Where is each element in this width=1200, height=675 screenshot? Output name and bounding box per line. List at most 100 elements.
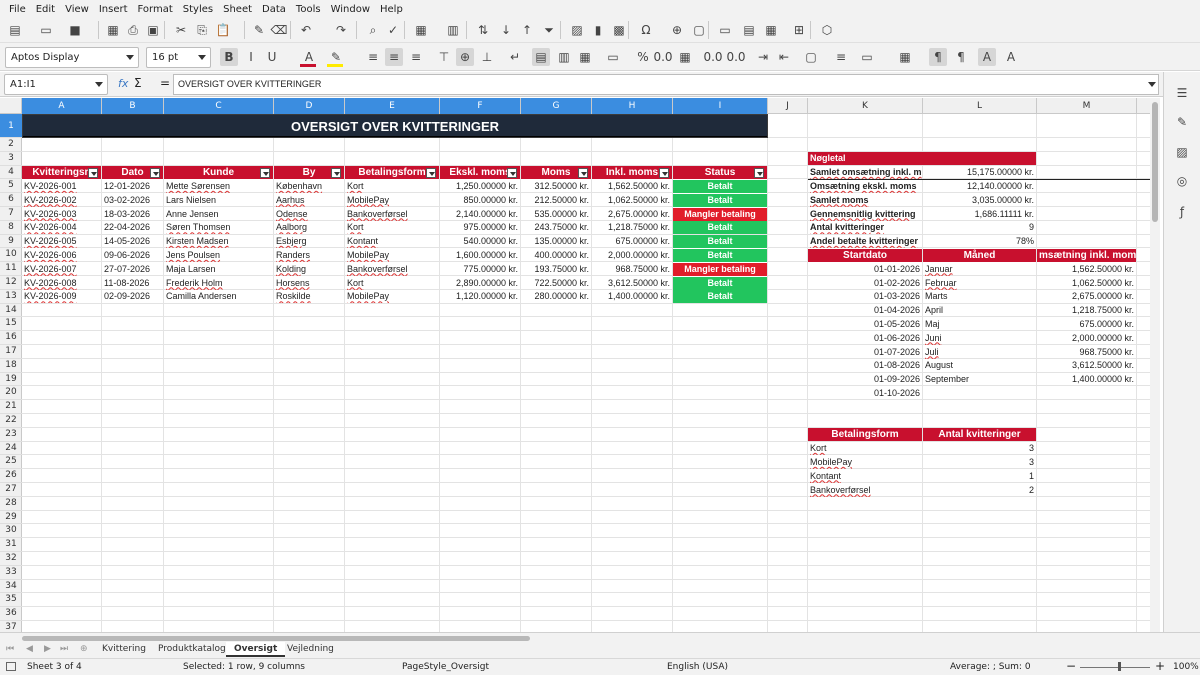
zoom-in-icon[interactable]: + [1155,659,1165,673]
menu-window[interactable]: Window [326,4,375,15]
row-header-36[interactable]: 36 [0,607,22,621]
row-header-10[interactable]: 10 [0,248,22,263]
tab-vejledning[interactable]: Vejledning [279,642,342,657]
redo-icon[interactable]: ↷ [332,21,350,39]
row-header-14[interactable]: 14 [0,304,22,318]
export-pdf-icon[interactable]: ▦ [104,21,122,39]
row-header-27[interactable]: 27 [0,483,22,497]
align-right-icon[interactable]: ≡ [407,48,425,66]
row-header-33[interactable]: 33 [0,566,22,580]
column-header-a[interactable]: A [22,98,102,114]
row-header-34[interactable]: 34 [0,580,22,594]
menu-tools[interactable]: Tools [291,4,326,15]
function-wizard-icon[interactable]: fx [118,77,128,90]
undo-icon[interactable]: ↶ [297,21,315,39]
find-icon[interactable]: ⌕ [364,21,382,39]
row-header-20[interactable]: 20 [0,386,22,401]
clear-icon[interactable]: ⌫ [270,21,288,39]
percent-icon[interactable]: % [634,48,652,66]
filter-dropdown-icon[interactable] [150,168,160,179]
column-header-d[interactable]: D [274,98,345,114]
delete-decimal-icon[interactable]: 0.0 [726,48,745,66]
navigator-icon[interactable]: ◎ [1173,172,1191,190]
row-header-3[interactable]: 3 [0,152,22,166]
text-orient-icon[interactable]: A [978,48,996,66]
sort-asc-icon[interactable]: ↓ [497,21,515,39]
column-header-g[interactable]: G [521,98,592,114]
currency-icon[interactable]: ▭ [604,48,622,66]
add-sheet-icon[interactable]: ⊕ [80,642,88,657]
expand-formula-icon[interactable] [1148,82,1156,87]
row-header-7[interactable]: 7 [0,207,22,221]
align-middle-icon[interactable]: ⊕ [456,48,474,66]
first-sheet-icon[interactable]: ⏮ [6,642,14,657]
cut-icon[interactable]: ✂ [172,21,190,39]
add-decimal-icon[interactable]: 0.0 [703,48,722,66]
row-header-11[interactable]: 11 [0,262,22,276]
sort-icon[interactable]: ⇅ [474,21,492,39]
styles-icon[interactable]: ✎ [1173,113,1191,131]
vertical-scrollbar[interactable] [1150,98,1160,632]
menu-insert[interactable]: Insert [94,4,133,15]
zoom-out-icon[interactable]: − [1066,659,1076,673]
row-header-1[interactable]: 1 [0,114,22,138]
menu-edit[interactable]: Edit [31,4,60,15]
row-header-16[interactable]: 16 [0,331,22,345]
filter-dropdown-icon[interactable] [578,168,588,179]
horizontal-scroll-thumb[interactable] [22,636,530,641]
prev-sheet-icon[interactable]: ◀ [26,642,33,657]
tab-kvittering[interactable]: Kvittering [94,642,154,657]
menu-styles[interactable]: Styles [178,4,218,15]
row-header-22[interactable]: 22 [0,414,22,428]
column-header-i[interactable]: I [673,98,768,114]
spelling-icon[interactable]: ✓ [384,21,402,39]
header-footer-icon[interactable]: ▭ [716,21,734,39]
row-header-15[interactable]: 15 [0,317,22,332]
copy-icon[interactable]: ⎘ [193,21,211,39]
row-header-29[interactable]: 29 [0,511,22,525]
row-header-5[interactable]: 5 [0,179,22,194]
conditional-icon[interactable]: ▦ [896,48,914,66]
row-header-9[interactable]: 9 [0,235,22,249]
open-icon[interactable]: ▭ [37,21,55,39]
column-header-e[interactable]: E [345,98,440,114]
chevron-down-icon[interactable] [198,55,206,60]
tab-produktkatalog[interactable]: Produktkatalog [150,642,234,657]
hyperlink-icon[interactable]: ⊕ [668,21,686,39]
menu-data[interactable]: Data [257,4,291,15]
filter-dropdown-icon[interactable] [88,168,98,179]
print-preview-icon[interactable]: ▣ [144,21,162,39]
font-name-box[interactable]: Aptos Display [5,47,139,68]
cell-area[interactable]: OVERSIGT OVER KVITTERINGER Kvitteringsn Da… [22,114,1160,632]
menu-view[interactable]: View [60,4,94,15]
formula-input[interactable]: OVERSIGT OVER KVITTERINGER [173,74,1159,95]
underline-icon[interactable]: U [263,48,281,66]
align-top-icon[interactable]: ⊤ [435,48,453,66]
bold-icon[interactable]: B [220,48,238,66]
align-left-icon[interactable]: ≡ [364,48,382,66]
tab-oversigt[interactable]: Oversigt [226,642,286,657]
row-header-30[interactable]: 30 [0,524,22,539]
row-header-32[interactable]: 32 [0,552,22,566]
row-header-13[interactable]: 13 [0,290,22,304]
clone-icon[interactable]: ✎ [250,21,268,39]
chart-icon[interactable]: ▮ [589,21,607,39]
paste-icon[interactable]: 📋 [214,21,232,39]
print-icon[interactable]: ⎙ [124,21,142,39]
menu-file[interactable]: File [4,4,31,15]
sort-desc-icon[interactable]: ↑ [518,21,536,39]
row-header-31[interactable]: 31 [0,538,22,552]
new-icon[interactable]: ▤ [6,21,24,39]
image-icon[interactable]: ▨ [568,21,586,39]
row-header-25[interactable]: 25 [0,455,22,470]
column-header-j[interactable]: J [768,98,808,114]
autofilter-icon[interactable]: ⏷ [540,21,558,39]
borders-icon[interactable]: ▢ [802,48,820,66]
filter-dropdown-icon[interactable] [331,168,341,179]
column-header-k[interactable]: K [808,98,923,114]
menu-help[interactable]: Help [375,4,408,15]
menu-format[interactable]: Format [133,4,178,15]
row-header-17[interactable]: 17 [0,345,22,359]
align-center-icon[interactable]: ≡ [385,48,403,66]
pivot-icon[interactable]: ▩ [610,21,628,39]
